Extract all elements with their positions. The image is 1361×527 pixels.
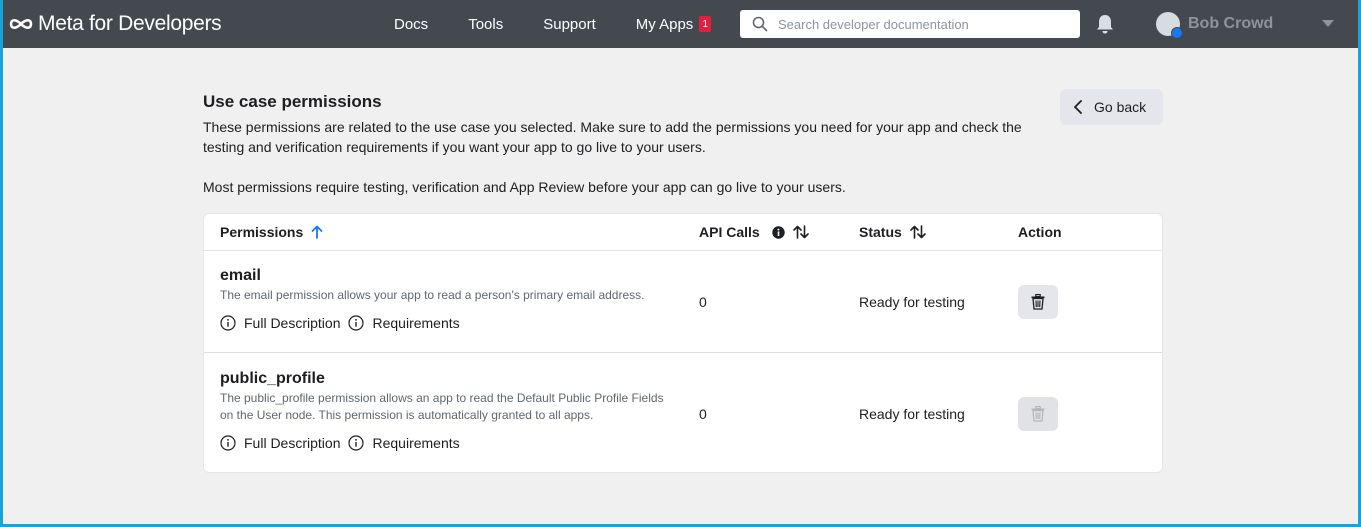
user-name: Bob Crowd xyxy=(1188,15,1274,32)
sort-icon xyxy=(792,225,809,239)
nav-link-docs[interactable]: Docs xyxy=(394,16,428,33)
my-apps-badge: 1 xyxy=(699,16,712,32)
meta-logo[interactable]: Meta for Developers xyxy=(8,12,222,36)
info-icon xyxy=(348,435,365,451)
permission-name: public_profile xyxy=(220,370,325,387)
header-permissions[interactable]: Permissions xyxy=(220,224,323,240)
top-nav: Meta for Developers Docs Tools Support M… xyxy=(0,0,1361,48)
facebook-badge-icon xyxy=(1171,27,1183,39)
header-status-label: Status xyxy=(859,224,902,240)
search-box[interactable] xyxy=(740,10,1080,38)
nav-link-my-apps[interactable]: My Apps 1 xyxy=(636,16,712,33)
chevron-left-icon xyxy=(1074,100,1082,114)
go-back-button[interactable]: Go back xyxy=(1060,89,1163,125)
header-permissions-label: Permissions xyxy=(220,224,304,240)
page-title: Use case permissions xyxy=(203,92,382,111)
header-action-label: Action xyxy=(1018,224,1062,240)
delete-permission-button-disabled[interactable] xyxy=(1018,397,1058,431)
my-apps-label: My Apps xyxy=(635,15,694,33)
user-menu[interactable]: Bob Crowd xyxy=(1156,12,1274,39)
status-value: Ready for testing xyxy=(859,294,965,310)
permission-links: Full Description Requirements xyxy=(220,435,468,451)
requirements-link[interactable]: Requirements xyxy=(348,435,460,451)
delete-permission-button[interactable] xyxy=(1018,285,1058,319)
search-input[interactable] xyxy=(778,16,1068,32)
go-back-label: Go back xyxy=(1094,99,1147,115)
brand-text: Meta for Developers xyxy=(38,12,222,35)
info-icon xyxy=(220,435,236,451)
permission-name: email xyxy=(220,267,261,284)
nav-links: Docs Tools Support My Apps 1 xyxy=(394,0,751,48)
avatar xyxy=(1156,12,1183,39)
permission-description: The email permission allows your app to … xyxy=(220,288,645,302)
full-description-label: Full Description xyxy=(244,435,341,451)
search-icon xyxy=(752,16,768,32)
sort-icon xyxy=(909,225,926,239)
chevron-down-icon[interactable] xyxy=(1322,20,1334,28)
full-description-label: Full Description xyxy=(244,315,341,331)
nav-link-tools[interactable]: Tools xyxy=(468,16,503,33)
sort-ascending-icon xyxy=(311,225,323,239)
full-description-link[interactable]: Full Description xyxy=(220,435,340,451)
permissions-table: Permissions API Calls Status Action emai… xyxy=(203,213,1163,473)
trash-icon xyxy=(1031,294,1045,310)
permission-description: The public_profile permission allows an … xyxy=(220,391,664,422)
bell-icon[interactable] xyxy=(1096,14,1114,34)
table-row: public_profile The public_profile permis… xyxy=(204,354,1162,473)
requirements-label: Requirements xyxy=(372,435,460,451)
header-api-calls-label: API Calls xyxy=(699,224,760,240)
trash-icon xyxy=(1031,406,1045,422)
api-calls-value: 0 xyxy=(699,406,707,422)
permission-links: Full Description Requirements xyxy=(220,315,468,331)
header-api-calls[interactable]: API Calls xyxy=(699,224,809,240)
table-header: Permissions API Calls Status Action xyxy=(204,214,1162,251)
table-row: email The email permission allows your a… xyxy=(204,252,1162,353)
api-calls-value: 0 xyxy=(699,294,707,310)
requirements-link[interactable]: Requirements xyxy=(348,315,460,331)
status-value: Ready for testing xyxy=(859,406,965,422)
info-icon xyxy=(220,315,236,331)
requirements-label: Requirements xyxy=(372,315,460,331)
nav-link-support[interactable]: Support xyxy=(543,16,596,33)
meta-infinity-icon xyxy=(9,18,33,30)
info-filled-icon xyxy=(772,225,785,239)
intro-section: Use case permissions These permissions a… xyxy=(203,92,1043,197)
page-description: These permissions are related to the use… xyxy=(203,119,1022,155)
header-status[interactable]: Status xyxy=(859,224,926,240)
page-note: Most permissions require testing, verifi… xyxy=(203,179,846,195)
header-action: Action xyxy=(1018,224,1062,240)
info-icon xyxy=(348,315,365,331)
full-description-link[interactable]: Full Description xyxy=(220,315,340,331)
